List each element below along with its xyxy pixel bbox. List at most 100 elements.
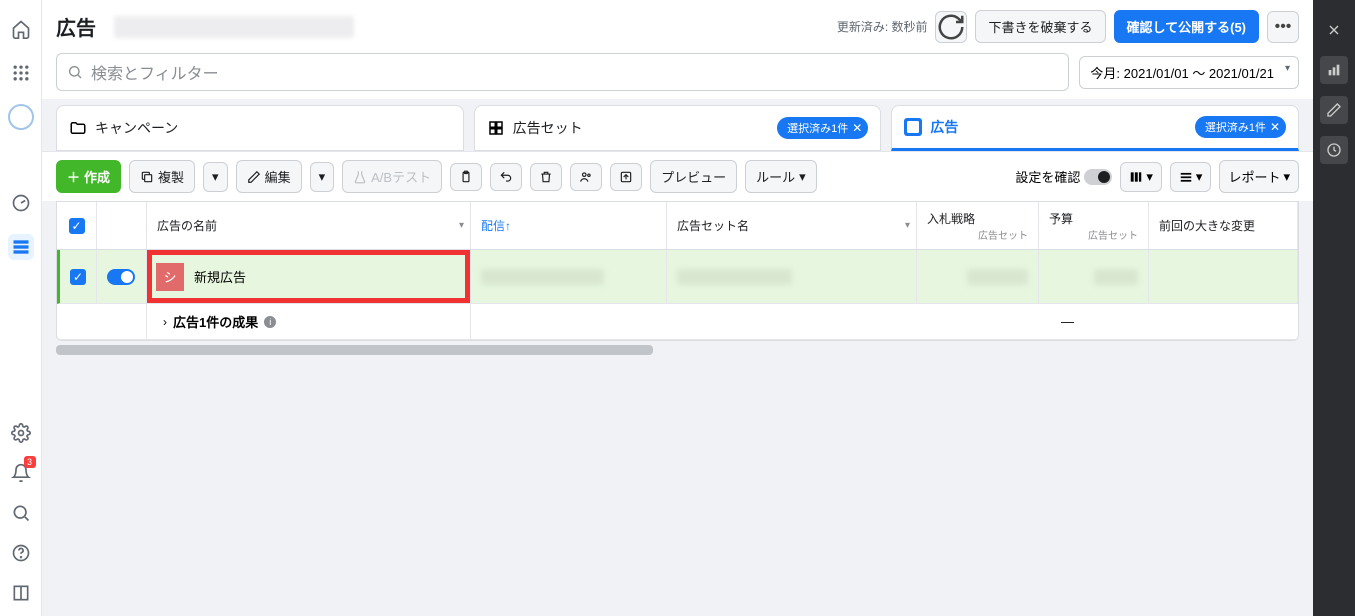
undo-icon	[499, 170, 513, 184]
export-button[interactable]	[610, 163, 642, 191]
breakdown-button[interactable]: ▾	[1170, 162, 1212, 192]
adset-grid-icon	[487, 119, 505, 137]
more-menu-button[interactable]: •••	[1267, 11, 1299, 43]
pencil-icon	[247, 170, 261, 184]
top-bar: 広告 更新済み: 数秒前 下書きを破棄する 確認して公開する(5) •••	[42, 0, 1313, 53]
close-panel-icon[interactable]	[1320, 16, 1348, 44]
level-tabs: キャンペーン 広告セット 選択済み1件✕ 広告 選択済み1件✕	[42, 99, 1313, 151]
clear-selection-icon[interactable]: ✕	[852, 121, 862, 135]
notifications-bell-icon[interactable]	[8, 460, 34, 486]
row-checkbox[interactable]: ✓	[70, 269, 86, 285]
column-bid-strategy[interactable]: 入札戦略広告セット	[917, 202, 1039, 249]
plus-icon: ＋	[67, 167, 80, 186]
history-panel-icon[interactable]	[1320, 136, 1348, 164]
sort-icon[interactable]: ▾	[905, 220, 910, 231]
edit-panel-icon[interactable]	[1320, 96, 1348, 124]
confirm-settings-toggle[interactable]: 設定を確認	[1015, 167, 1112, 186]
redacted-cell	[967, 269, 1028, 285]
select-all-checkbox[interactable]: ✓	[69, 218, 85, 234]
tab-label: 広告セット	[513, 118, 583, 138]
ad-square-icon	[904, 118, 922, 136]
refresh-button[interactable]	[935, 11, 967, 43]
account-avatar[interactable]	[8, 104, 34, 130]
collapse-panel-icon[interactable]	[8, 580, 34, 606]
columns-icon	[1129, 170, 1143, 184]
search-icon	[67, 64, 83, 80]
toggle-switch-icon	[1084, 169, 1112, 185]
review-publish-button[interactable]: 確認して公開する(5)	[1114, 10, 1260, 43]
column-last-change[interactable]: 前回の大きな変更	[1149, 202, 1298, 249]
gauge-icon[interactable]	[8, 190, 34, 216]
tab-label: 広告	[930, 117, 958, 137]
header-toggle-cell	[97, 202, 147, 249]
duplicate-icon	[140, 170, 154, 184]
page-title: 広告	[56, 12, 96, 41]
table-icon[interactable]	[8, 234, 34, 260]
tab-adset[interactable]: 広告セット 選択済み1件✕	[474, 105, 882, 151]
date-range-picker[interactable]: 今月: 2021/01/01 ～ 2021/01/21	[1079, 56, 1299, 89]
report-button[interactable]: レポート ▾	[1219, 160, 1299, 193]
header-checkbox-cell: ✓	[57, 202, 97, 249]
selected-count-pill: 選択済み1件✕	[1195, 116, 1286, 138]
tab-campaign[interactable]: キャンペーン	[56, 105, 464, 151]
discard-draft-button[interactable]: 下書きを破棄する	[975, 10, 1105, 43]
people-icon	[579, 170, 593, 184]
audience-button[interactable]	[570, 163, 602, 191]
column-adset-name[interactable]: 広告セット名▾	[667, 202, 917, 249]
redacted-cell	[677, 269, 792, 285]
columns-view-button[interactable]: ▾	[1120, 162, 1162, 192]
updated-status-text: 更新済み: 数秒前	[837, 18, 928, 35]
sort-icon[interactable]: ▾	[459, 220, 464, 231]
export-icon	[619, 170, 633, 184]
summary-row: › 広告1件の成果 i —	[57, 304, 1298, 340]
row-status-toggle[interactable]	[107, 269, 135, 285]
trash-icon	[539, 170, 553, 184]
chevron-right-icon: ›	[163, 315, 167, 329]
table-header: ✓ 広告の名前▾ 配信↑ 広告セット名▾ 入札戦略広告セット 予算広告セット 前…	[57, 202, 1298, 250]
preview-button[interactable]: プレビュー	[650, 160, 737, 193]
rules-button[interactable]: ルール ▾	[745, 160, 817, 193]
scrollbar-thumb[interactable]	[56, 345, 653, 355]
main-content: 広告 更新済み: 数秒前 下書きを破棄する 確認して公開する(5) ••• 検索…	[42, 0, 1313, 616]
column-delivery[interactable]: 配信↑	[471, 202, 667, 249]
charts-panel-icon[interactable]	[1320, 56, 1348, 84]
clipboard-button[interactable]	[450, 163, 482, 191]
folder-icon	[69, 119, 87, 137]
clipboard-icon	[459, 170, 473, 184]
summary-dash: —	[471, 314, 1298, 329]
edit-dropdown[interactable]: ▾	[310, 162, 335, 192]
settings-gear-icon[interactable]	[8, 420, 34, 446]
edit-button[interactable]: 編集	[236, 160, 302, 193]
search-filter-row: 検索とフィルター 今月: 2021/01/01 ～ 2021/01/21	[42, 53, 1313, 99]
summary-label: 広告1件の成果	[173, 312, 258, 331]
apps-grid-icon[interactable]	[8, 60, 34, 86]
ads-table: ✓ 広告の名前▾ 配信↑ 広告セット名▾ 入札戦略広告セット 予算広告セット 前…	[56, 201, 1299, 341]
tab-ad[interactable]: 広告 選択済み1件✕	[891, 105, 1299, 151]
abtest-button[interactable]: A/Bテスト	[342, 160, 442, 193]
table-row[interactable]: ✓ シ 新規広告	[57, 250, 1298, 304]
tab-label: キャンペーン	[95, 118, 178, 138]
search-placeholder: 検索とフィルター	[91, 60, 219, 84]
duplicate-dropdown[interactable]: ▾	[203, 162, 228, 192]
left-nav-rail	[0, 0, 42, 616]
duplicate-button[interactable]: 複製	[129, 160, 195, 193]
ad-name-highlight: シ 新規広告	[147, 250, 470, 303]
delete-button[interactable]	[530, 163, 562, 191]
column-budget[interactable]: 予算広告セット	[1039, 202, 1149, 249]
global-search-icon[interactable]	[8, 500, 34, 526]
undo-button[interactable]	[490, 163, 522, 191]
create-button[interactable]: ＋作成	[56, 160, 121, 193]
flask-icon	[353, 170, 367, 184]
account-name-redacted	[114, 16, 354, 38]
clear-selection-icon[interactable]: ✕	[1270, 120, 1280, 134]
actions-toolbar: ＋作成 複製 ▾ 編集 ▾ A/Bテスト プレビュー ルール ▾ 設定を確認 ▾…	[42, 151, 1313, 201]
search-input[interactable]: 検索とフィルター	[56, 53, 1069, 91]
selected-count-pill: 選択済み1件✕	[777, 117, 868, 139]
redacted-cell	[481, 269, 604, 285]
help-icon[interactable]	[8, 540, 34, 566]
summary-toggle[interactable]: › 広告1件の成果 i	[147, 304, 471, 339]
column-ad-name[interactable]: 広告の名前▾	[147, 202, 471, 249]
info-icon[interactable]: i	[264, 316, 276, 328]
home-icon[interactable]	[8, 16, 34, 42]
horizontal-scrollbar[interactable]	[56, 345, 1299, 355]
